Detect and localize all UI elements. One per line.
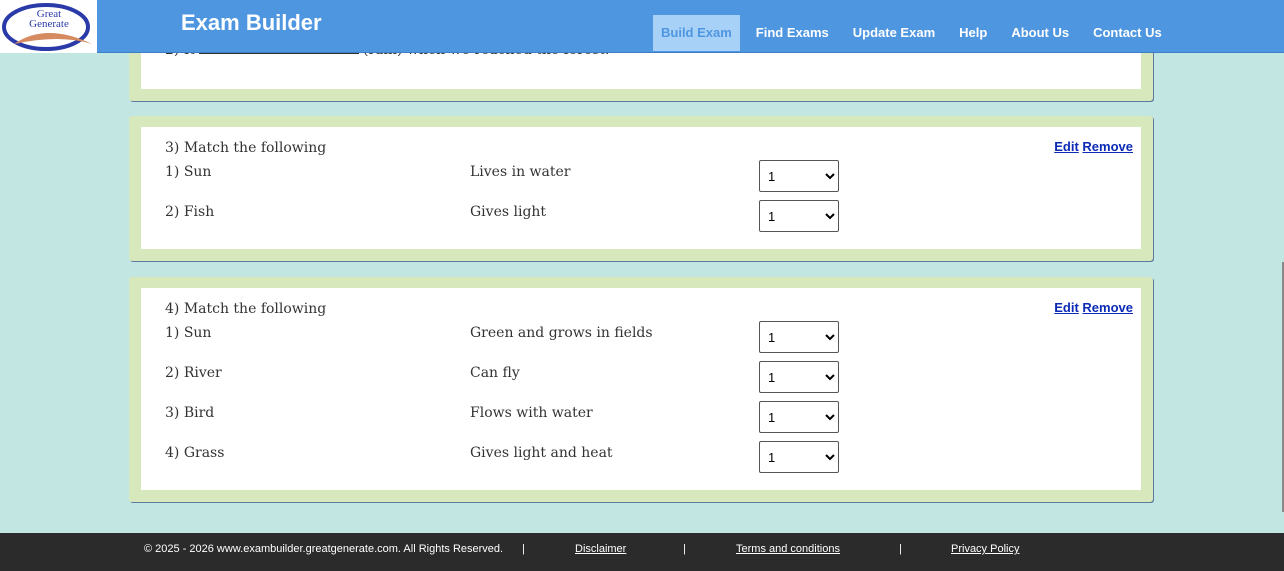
question-4-item-1-right: Green and grows in fields — [470, 325, 653, 341]
question-3-item-2-right: Gives light — [470, 204, 547, 220]
edit-question-3-link[interactable]: Edit — [1054, 139, 1079, 154]
question-4-item-4-select[interactable]: 1 — [759, 441, 839, 473]
question-card-3: 3) Match the following Edit Remove 1) Su… — [129, 116, 1153, 261]
question-4-actions: Edit Remove — [1054, 300, 1133, 315]
nav-update-exam[interactable]: Update Exam — [845, 15, 943, 51]
top-navigation-bar: Great Generate Exam Builder Build Exam F… — [0, 0, 1284, 53]
question-3-item-1-left: 1) Sun — [165, 164, 212, 180]
question-4-item-2-left: 2) River — [165, 365, 222, 381]
nav-contact-us[interactable]: Contact Us — [1085, 15, 1170, 51]
question-4-item-3-select[interactable]: 1 — [759, 401, 839, 433]
question-4-item-1-select[interactable]: 1 — [759, 321, 839, 353]
question-4-title: 4) Match the following — [165, 301, 327, 317]
remove-question-4-link[interactable]: Remove — [1082, 300, 1133, 315]
question-3-item-1-right: Lives in water — [470, 164, 571, 180]
nav-find-exams[interactable]: Find Exams — [748, 15, 837, 51]
question-4-item-2-right: Can fly — [470, 365, 520, 381]
question-4-item-1-left: 1) Sun — [165, 325, 212, 341]
edit-question-4-link[interactable]: Edit — [1054, 300, 1079, 315]
nav-build-exam[interactable]: Build Exam — [653, 15, 740, 51]
question-4-item-3-right: Flows with water — [470, 405, 593, 421]
footer-privacy-link[interactable]: Privacy Policy — [951, 543, 1019, 555]
footer-copyright: © 2025 - 2026 www.exambuilder.greatgener… — [144, 543, 504, 555]
nav-help[interactable]: Help — [951, 15, 995, 51]
question-3-item-2-left: 2) Fish — [165, 204, 215, 220]
logo-text: Great Generate — [14, 9, 84, 30]
question-3-item-2-select[interactable]: 1 — [759, 200, 839, 232]
question-4-item-2-select[interactable]: 1 — [759, 361, 839, 393]
question-3-item-1-select[interactable]: 1 — [759, 160, 839, 192]
footer-separator: | — [683, 543, 686, 555]
remove-question-3-link[interactable]: Remove — [1082, 139, 1133, 154]
question-card-3-body: 3) Match the following Edit Remove 1) Su… — [141, 127, 1141, 249]
footer-terms-link[interactable]: Terms and conditions — [736, 543, 840, 555]
question-3-actions: Edit Remove — [1054, 139, 1133, 154]
footer: © 2025 - 2026 www.exambuilder.greatgener… — [0, 533, 1284, 571]
question-4-item-4-right: Gives light and heat — [470, 445, 613, 461]
question-3-title: 3) Match the following — [165, 140, 327, 156]
footer-separator: | — [899, 543, 902, 555]
question-4-item-3-left: 3) Bird — [165, 405, 215, 421]
nav-about-us[interactable]: About Us — [1003, 15, 1077, 51]
app-title: Exam Builder — [181, 10, 322, 35]
great-generate-logo[interactable]: Great Generate — [0, 0, 97, 53]
question-card-4: 4) Match the following Edit Remove 1) Su… — [129, 277, 1153, 502]
footer-separator: | — [522, 543, 525, 555]
question-card-4-body: 4) Match the following Edit Remove 1) Su… — [141, 288, 1141, 490]
logo-text-line-2: Generate — [29, 18, 69, 30]
question-4-item-4-left: 4) Grass — [165, 445, 225, 461]
footer-disclaimer-link[interactable]: Disclaimer — [575, 543, 626, 555]
main-nav: Build Exam Find Exams Update Exam Help A… — [653, 15, 1178, 51]
